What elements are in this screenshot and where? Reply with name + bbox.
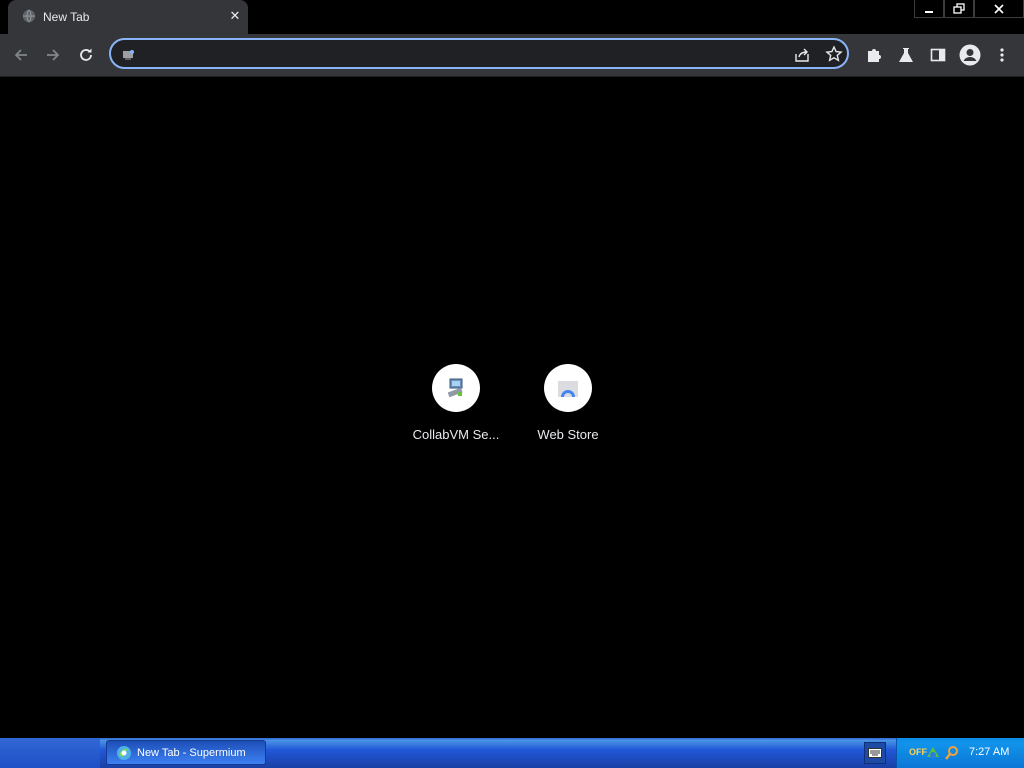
reload-button[interactable] [74, 43, 98, 67]
extensions-button[interactable] [862, 43, 886, 67]
minimize-icon [925, 10, 933, 13]
forward-arrow-icon [47, 49, 60, 61]
browser-toolbar [0, 34, 1024, 77]
menu-kebab-icon [1000, 48, 1004, 62]
tab-strip: New Tab ✕ [0, 0, 1024, 34]
side-panel-icon [930, 48, 946, 62]
menu-button[interactable] [990, 43, 1014, 67]
collabvm-computer-icon [447, 378, 463, 398]
close-window-button[interactable] [974, 0, 1024, 18]
minimize-button[interactable] [914, 0, 944, 18]
keyboard-icon [868, 748, 882, 758]
labs-button[interactable] [894, 43, 918, 67]
shortcut-label: CollabVM Se... [412, 427, 500, 442]
system-tray: OFF 7:27 AM [896, 738, 1024, 768]
restore-icon [953, 2, 965, 14]
search-magnifier-icon[interactable] [944, 745, 960, 761]
new-tab-page: CollabVM Se... Web Store [0, 77, 1024, 738]
window-controls [914, 0, 1024, 18]
forward-button[interactable] [41, 43, 65, 67]
supermium-icon [117, 745, 131, 760]
keyboard-indicator[interactable] [864, 742, 886, 764]
start-button-area[interactable] [0, 738, 100, 768]
close-icon [994, 3, 1004, 14]
address-bar[interactable] [109, 38, 849, 69]
profile-button[interactable] [958, 43, 982, 67]
windows-taskbar: New Tab - Supermium OFF 7:27 AM [0, 738, 1024, 768]
reload-icon [80, 48, 92, 61]
share-icon[interactable] [793, 46, 811, 64]
network-icon[interactable] [925, 745, 941, 761]
shortcut-icon-wrapper [432, 364, 480, 412]
profile-avatar-icon [959, 44, 981, 66]
address-input[interactable] [141, 44, 785, 66]
shortcut-icon-wrapper [544, 364, 592, 412]
shortcut-label: Web Store [537, 427, 599, 442]
side-panel-button[interactable] [926, 43, 950, 67]
labs-flask-icon [899, 48, 913, 62]
tab-new-tab[interactable]: New Tab ✕ [8, 0, 248, 34]
clock: 7:27 AM [969, 746, 1010, 758]
shortcut-web-store[interactable]: Web Store [512, 363, 624, 453]
taskbar-item-supermium[interactable]: New Tab - Supermium [106, 740, 266, 765]
globe-icon [22, 9, 36, 23]
shortcut-collabvm[interactable]: CollabVM Se... [400, 363, 512, 453]
tab-title: New Tab [43, 10, 90, 24]
extensions-puzzle-icon [868, 49, 881, 62]
taskbar-item-label: New Tab - Supermium [137, 746, 246, 759]
tab-close-button[interactable]: ✕ [226, 7, 244, 25]
back-button[interactable] [9, 43, 33, 67]
web-store-icon [558, 381, 578, 397]
back-arrow-icon [14, 49, 27, 61]
restore-button[interactable] [944, 0, 974, 18]
bookmark-star-icon[interactable] [825, 45, 843, 63]
site-info-icon [123, 50, 134, 60]
